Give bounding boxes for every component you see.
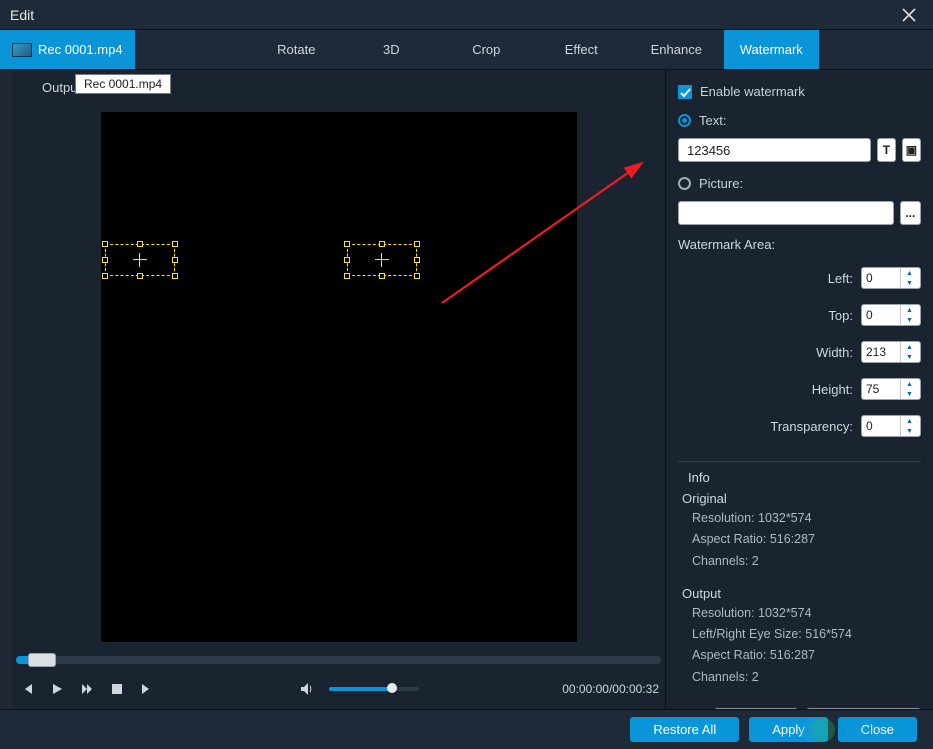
stop-icon[interactable] xyxy=(108,680,126,698)
playback-time: 00:00:00/00:00:32 xyxy=(562,682,659,696)
play-icon[interactable] xyxy=(48,680,66,698)
height-spinner[interactable]: ▲▼ xyxy=(861,378,921,400)
picture-watermark-row[interactable]: Picture: xyxy=(678,176,921,191)
original-resolution: Resolution: 1032*574 xyxy=(692,508,921,529)
tab-effect[interactable]: Effect xyxy=(534,30,629,69)
file-thumbnail xyxy=(12,43,32,57)
preview-area xyxy=(12,103,665,651)
radio-off-icon[interactable] xyxy=(678,177,691,190)
next-frame-icon[interactable] xyxy=(138,680,156,698)
height-label: Height: xyxy=(757,382,853,397)
file-tab-label: Rec 0001.mp4 xyxy=(38,42,123,57)
original-channels: Channels: 2 xyxy=(692,551,921,572)
output-channels: Channels: 2 xyxy=(692,667,921,688)
tab-watermark[interactable]: Watermark xyxy=(724,30,819,69)
preview-column: Output Preview Rec 0001.mp4 xyxy=(12,70,665,709)
watermark-text-input[interactable] xyxy=(678,138,871,162)
width-spinner[interactable]: ▲▼ xyxy=(861,341,921,363)
top-spinner[interactable]: ▲▼ xyxy=(861,304,921,326)
close-icon[interactable] xyxy=(895,1,923,29)
fast-forward-icon[interactable] xyxy=(78,680,96,698)
left-label: Left: xyxy=(757,271,853,286)
checkbox-checked-icon[interactable] xyxy=(678,85,692,99)
output-heading: Output xyxy=(682,586,921,601)
output-aspect: Aspect Ratio: 516:287 xyxy=(692,645,921,666)
output-resolution: Resolution: 1032*574 xyxy=(692,603,921,624)
tab-crop[interactable]: Crop xyxy=(439,30,534,69)
tab-3d[interactable]: 3D xyxy=(344,30,439,69)
prev-frame-icon[interactable] xyxy=(18,680,36,698)
original-aspect: Aspect Ratio: 516:287 xyxy=(692,529,921,550)
file-tooltip: Rec 0001.mp4 xyxy=(75,74,171,94)
picture-label: Picture: xyxy=(699,176,743,191)
browse-button[interactable]: ... xyxy=(900,201,921,225)
left-spinner[interactable]: ▲▼ xyxy=(861,267,921,289)
seek-thumb[interactable] xyxy=(28,653,56,667)
info-block: Info Original Resolution: 1032*574 Aspec… xyxy=(678,461,921,688)
watermark-picture-input[interactable] xyxy=(678,201,894,225)
enable-watermark-label: Enable watermark xyxy=(700,84,805,99)
info-heading: Info xyxy=(688,470,921,485)
file-tab[interactable]: Rec 0001.mp4 xyxy=(0,30,135,69)
apply-button[interactable]: Apply xyxy=(749,717,828,742)
restore-all-button[interactable]: Restore All xyxy=(630,717,739,742)
move-icon xyxy=(375,253,389,267)
original-heading: Original xyxy=(682,491,921,506)
top-label: Top: xyxy=(757,308,853,323)
width-label: Width: xyxy=(757,345,853,360)
titlebar: Edit xyxy=(0,0,933,30)
tab-rotate[interactable]: Rotate xyxy=(249,30,344,69)
video-canvas[interactable] xyxy=(101,112,577,642)
left-gutter xyxy=(0,70,12,709)
radio-on-icon[interactable] xyxy=(678,114,691,127)
player-controls: 00:00:00/00:00:32 xyxy=(12,669,665,709)
transparency-label: Transparency: xyxy=(757,419,853,434)
output-eye-size: Left/Right Eye Size: 516*574 xyxy=(692,624,921,645)
side-panel: Enable watermark Text: T ▣ Picture: ... … xyxy=(665,70,933,709)
footer: Restore All Apply Close 下载站 xyxy=(0,709,933,749)
tab-enhance[interactable]: Enhance xyxy=(629,30,724,69)
tabs: Rotate 3D Crop Effect Enhance Watermark xyxy=(135,30,933,69)
topbar: Rec 0001.mp4 Rotate 3D Crop Effect Enhan… xyxy=(0,30,933,70)
spin-down-icon[interactable]: ▼ xyxy=(901,278,918,288)
volume-icon[interactable] xyxy=(299,680,317,698)
color-button[interactable]: ▣ xyxy=(902,138,921,162)
move-icon xyxy=(133,253,147,267)
font-button[interactable]: T xyxy=(877,138,896,162)
window-title: Edit xyxy=(10,7,34,23)
watermark-area-heading: Watermark Area: xyxy=(678,237,921,252)
watermark-handle-box[interactable] xyxy=(347,244,417,276)
text-watermark-row[interactable]: Text: xyxy=(678,113,921,128)
text-label: Text: xyxy=(699,113,726,128)
volume-slider[interactable] xyxy=(329,687,419,691)
close-button[interactable]: Close xyxy=(838,717,917,742)
enable-watermark-row[interactable]: Enable watermark xyxy=(678,84,921,99)
transparency-spinner[interactable]: ▲▼ xyxy=(861,415,921,437)
seek-bar[interactable] xyxy=(12,651,665,669)
spin-up-icon[interactable]: ▲ xyxy=(901,268,918,278)
watermark-handle-box[interactable] xyxy=(105,244,175,276)
